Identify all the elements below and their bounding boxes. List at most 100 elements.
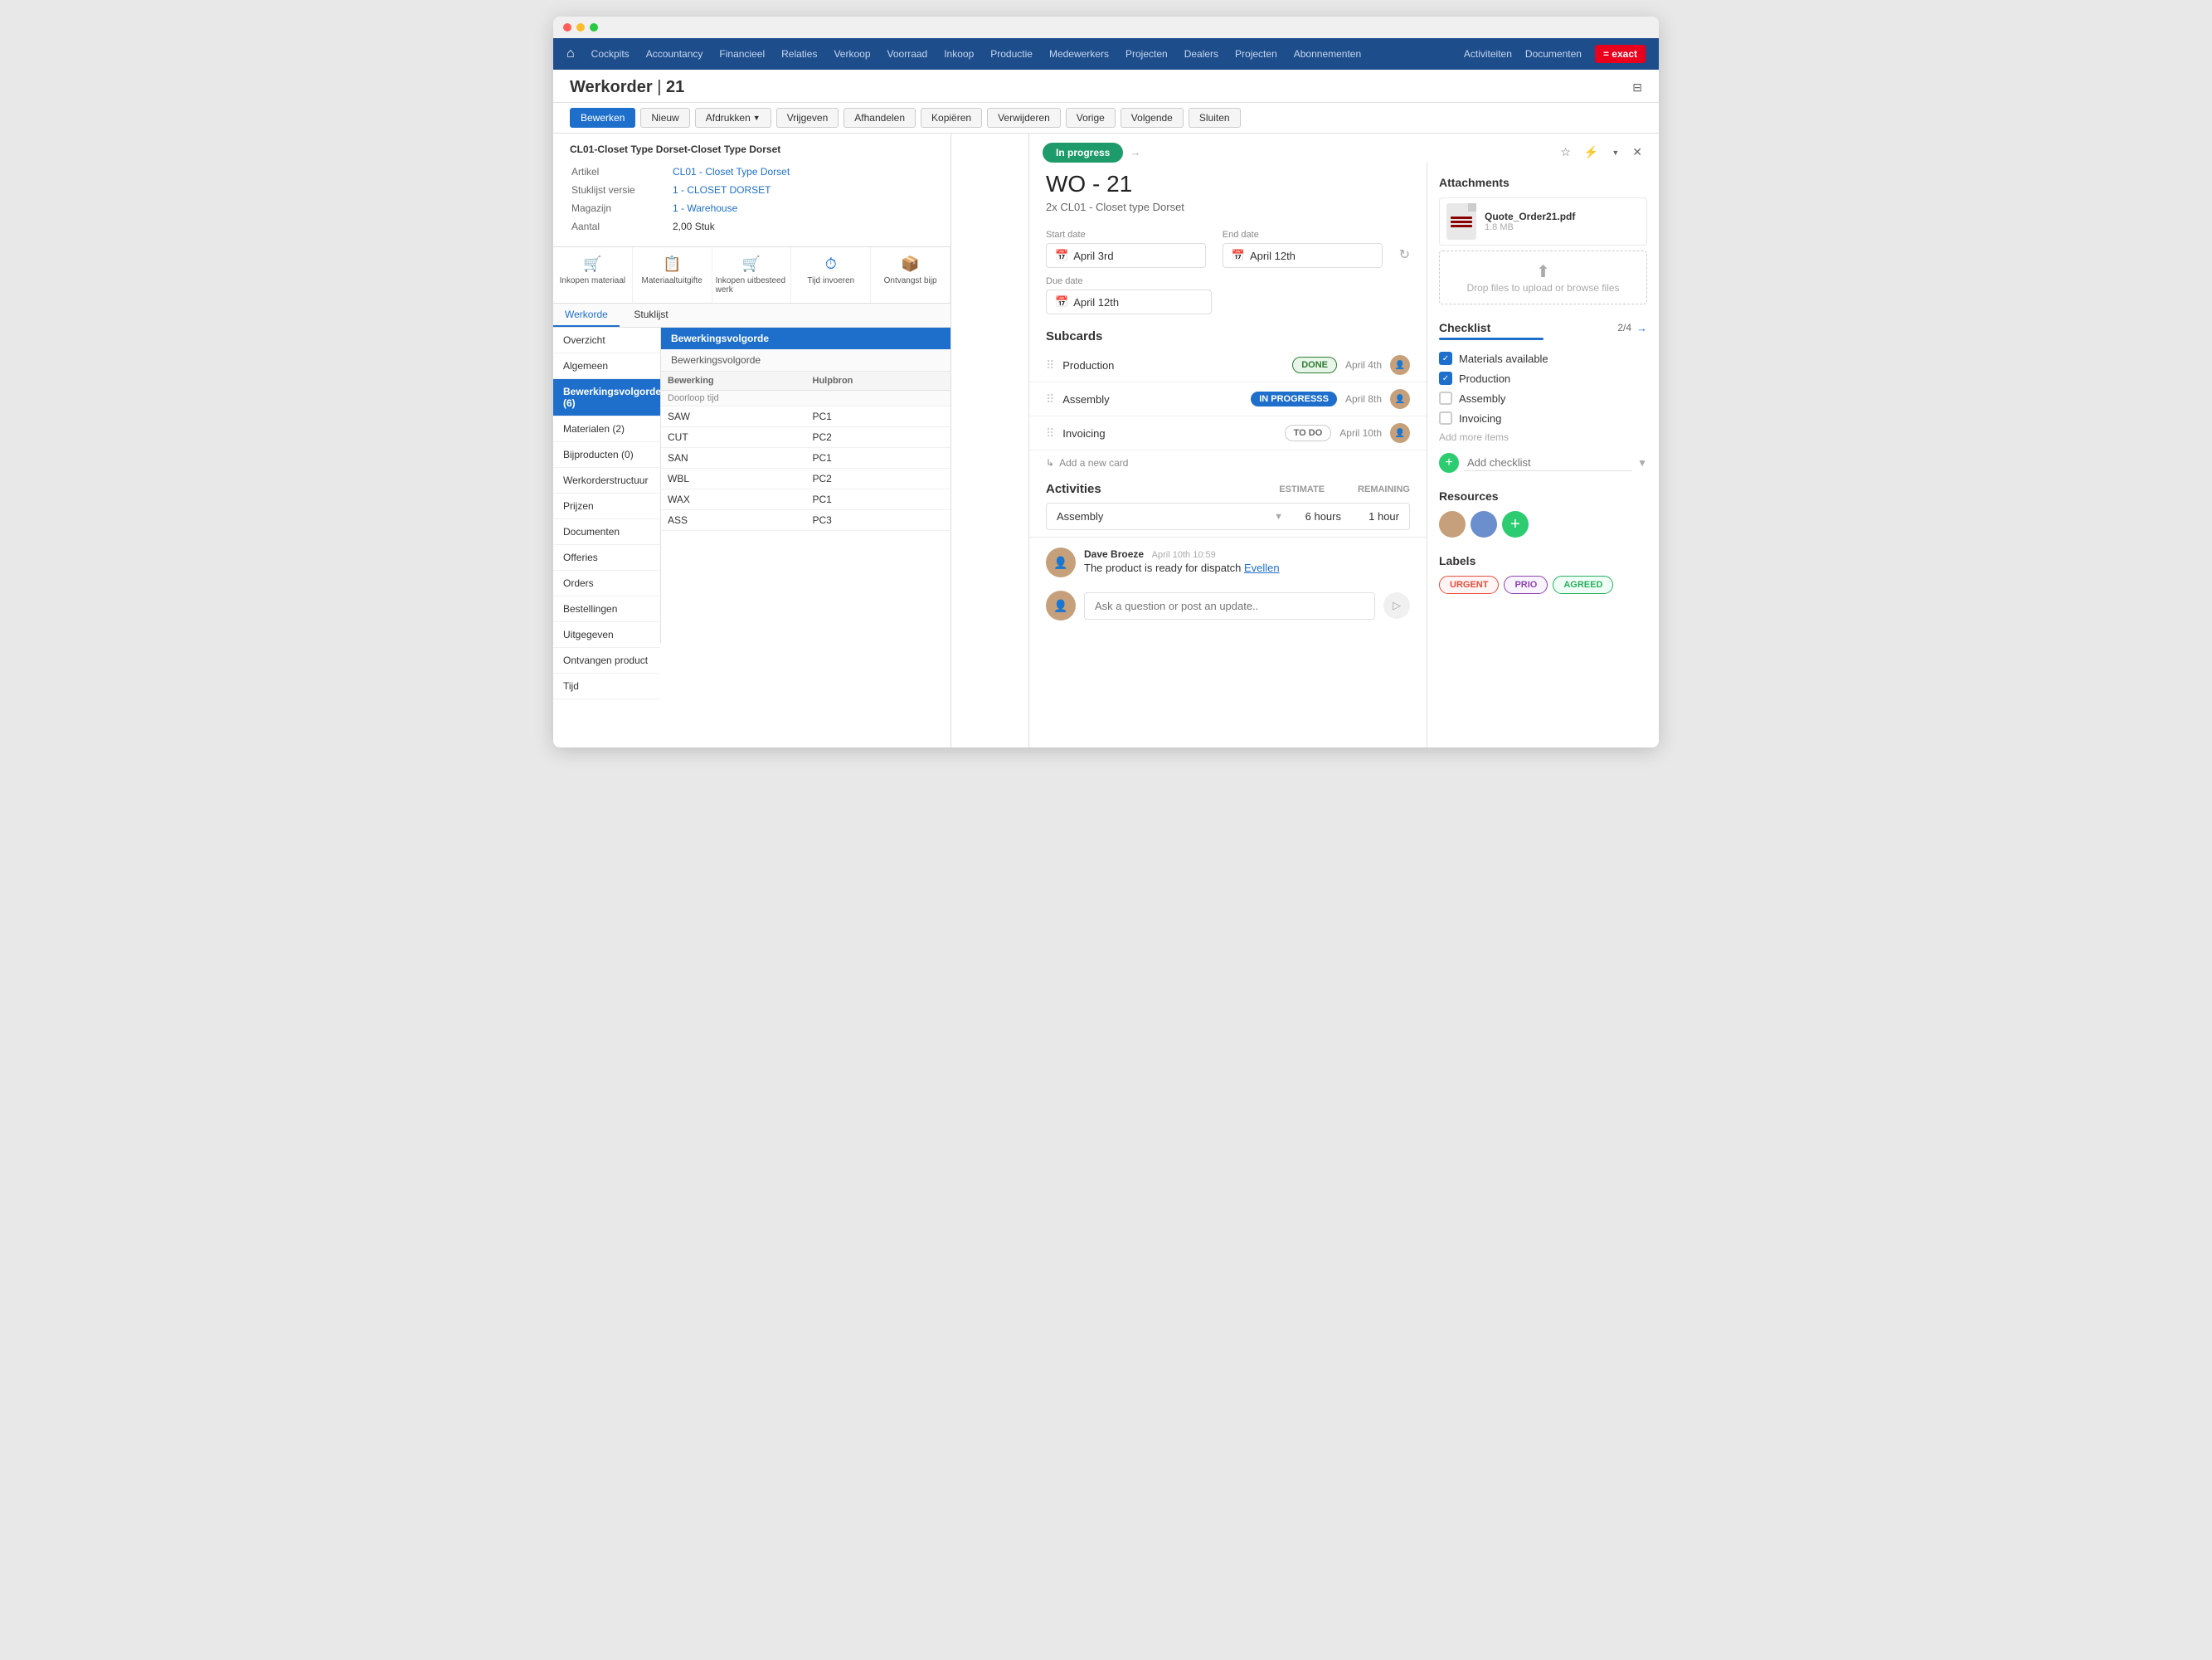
sidebar-item-ontvangen-product[interactable]: Ontvangen product xyxy=(553,648,660,674)
start-date-input[interactable]: 📅 April 3rd xyxy=(1046,243,1206,268)
action-inkopen-materiaal[interactable]: 🛒 Inkopen materiaal xyxy=(553,247,633,303)
lightning-button[interactable]: ⚡ xyxy=(1581,142,1602,163)
comment-input[interactable] xyxy=(1084,592,1375,620)
nav-verkoop[interactable]: Verkoop xyxy=(834,45,870,63)
checklist-count: 2/4 xyxy=(1617,322,1631,333)
checklist-dropdown-icon[interactable]: ▼ xyxy=(1637,457,1647,469)
subcard-status-invoicing[interactable]: TO DO xyxy=(1285,425,1332,441)
sidebar-item-bestellingen[interactable]: Bestellingen xyxy=(553,596,660,622)
sidebar-item-tijd[interactable]: Tijd xyxy=(553,674,660,699)
drag-handle2-icon[interactable]: ⠿ xyxy=(1046,392,1054,406)
add-checklist-button[interactable]: + xyxy=(1439,453,1459,473)
maximize-dot[interactable] xyxy=(590,23,598,32)
subcard-name-production[interactable]: Production xyxy=(1062,359,1284,372)
sidebar-item-algemeen[interactable]: Algemeen xyxy=(553,353,660,379)
refresh-icon[interactable]: ↻ xyxy=(1399,246,1410,263)
sidebar-item-uitgegeven[interactable]: Uitgegeven xyxy=(553,622,660,648)
comment-link[interactable]: Evellen xyxy=(1244,562,1280,574)
nav-cockpits[interactable]: Cockpits xyxy=(591,45,630,63)
nav-dealers[interactable]: Dealers xyxy=(1184,45,1218,63)
subcard-status-assembly[interactable]: IN PROGRESSS xyxy=(1251,392,1337,406)
close-dot[interactable] xyxy=(563,23,571,32)
value-artikel[interactable]: CL01 - Closet Type Dorset xyxy=(673,163,932,180)
label-urgent[interactable]: URGENT xyxy=(1439,576,1499,594)
nav-relaties[interactable]: Relaties xyxy=(781,45,817,63)
lightning-dropdown-button[interactable]: ▼ xyxy=(1608,145,1622,160)
checkbox-production[interactable]: ✓ xyxy=(1439,372,1452,385)
filter-icon[interactable]: ⊟ xyxy=(1632,80,1642,95)
sidebar-item-overzicht[interactable]: Overzicht xyxy=(553,328,660,353)
nav-medewerkers[interactable]: Medewerkers xyxy=(1049,45,1109,63)
add-checklist-input[interactable] xyxy=(1464,455,1632,471)
close-button[interactable]: ✕ xyxy=(1629,142,1646,163)
add-resource-button[interactable]: + xyxy=(1502,511,1529,538)
sidebar-item-orders[interactable]: Orders xyxy=(553,571,660,596)
nav-accountancy[interactable]: Accountancy xyxy=(646,45,703,63)
vorige-button[interactable]: Vorige xyxy=(1066,108,1116,128)
checkbox-invoicing[interactable] xyxy=(1439,411,1452,425)
send-button[interactable]: ▷ xyxy=(1383,592,1410,619)
status-badge[interactable]: In progress xyxy=(1043,143,1123,163)
checkbox-assembly[interactable] xyxy=(1439,392,1452,405)
nav-documenten[interactable]: Documenten xyxy=(1525,45,1582,63)
attachment-name[interactable]: Quote_Order21.pdf xyxy=(1485,211,1575,222)
afhandelen-button[interactable]: Afhandelen xyxy=(843,108,916,128)
end-date-input[interactable]: 📅 April 12th xyxy=(1223,243,1383,268)
checkbox-materials[interactable]: ✓ xyxy=(1439,352,1452,365)
action-label-1: Materiaaltuitgifte xyxy=(642,276,702,285)
nav-productie[interactable]: Productie xyxy=(990,45,1033,63)
sluiten-button[interactable]: Sluiten xyxy=(1189,108,1241,128)
checklist-label-materials: Materials available xyxy=(1459,353,1548,365)
nav-activiteiten[interactable]: Activiteiten xyxy=(1464,45,1512,63)
sidebar-item-materialen[interactable]: Materialen (2) xyxy=(553,416,660,442)
activity-dropdown-icon[interactable]: ▼ xyxy=(1274,512,1283,522)
verwijderen-button[interactable]: Verwijderen xyxy=(987,108,1061,128)
sidebar-item-documenten[interactable]: Documenten xyxy=(553,519,660,545)
activity-name[interactable]: Assembly xyxy=(1057,510,1266,523)
title-bar xyxy=(553,17,1659,38)
vrijgeven-button[interactable]: Vrijgeven xyxy=(776,108,839,128)
due-date-input[interactable]: 📅 April 12th xyxy=(1046,290,1212,314)
sidebar-item-prijzen[interactable]: Prijzen xyxy=(553,494,660,519)
nav-projecten2[interactable]: Projecten xyxy=(1235,45,1277,63)
nav-voorraad[interactable]: Voorraad xyxy=(887,45,928,63)
table-row: Magazijn 1 - Warehouse xyxy=(571,200,932,217)
sidebar-item-werkorderstructuur[interactable]: Werkorderstructuur xyxy=(553,468,660,494)
label-agreed[interactable]: AGREED xyxy=(1553,576,1613,594)
nieuw-button[interactable]: Nieuw xyxy=(640,108,689,128)
value-stuklijst[interactable]: 1 - CLOSET DORSET xyxy=(673,182,932,198)
nav-inkoop[interactable]: Inkoop xyxy=(944,45,974,63)
checklist-arrow-icon[interactable]: → xyxy=(1636,322,1647,334)
action-tijd-invoeren[interactable]: ⏱ Tijd invoeren xyxy=(791,247,871,303)
sidebar-item-offeries[interactable]: Offeries xyxy=(553,545,660,571)
add-card-row[interactable]: ↳ Add a new card xyxy=(1029,450,1427,475)
subcard-name-assembly[interactable]: Assembly xyxy=(1062,393,1242,406)
nav-financieel[interactable]: Financieel xyxy=(719,45,765,63)
calendar3-icon: 📅 xyxy=(1055,295,1068,309)
kopieren-button[interactable]: Kopiëren xyxy=(921,108,982,128)
action-materiaaltuitgifte[interactable]: 📋 Materiaaltuitgifte xyxy=(633,247,712,303)
drag-handle-icon[interactable]: ⠿ xyxy=(1046,358,1054,372)
value-magazijn[interactable]: 1 - Warehouse xyxy=(673,200,932,217)
action-inkopen-uitbesteed[interactable]: 🛒 Inkopen uitbesteed werk xyxy=(712,247,792,303)
nav-projecten1[interactable]: Projecten xyxy=(1125,45,1168,63)
sidebar-item-bewerkingsvolgorde[interactable]: Bewerkingsvolgorde (6) xyxy=(553,379,660,416)
subcard-status-production[interactable]: DONE xyxy=(1292,357,1337,373)
label-prio[interactable]: PRIO xyxy=(1504,576,1548,594)
afdrukken-button[interactable]: Afdrukken ▼ xyxy=(695,108,771,128)
minimize-dot[interactable] xyxy=(576,23,585,32)
sidebar-item-bijproducten[interactable]: Bijproducten (0) xyxy=(553,442,660,468)
nav-abonnementen[interactable]: Abonnementen xyxy=(1294,45,1361,63)
star-button[interactable]: ☆ xyxy=(1557,142,1574,163)
home-icon[interactable]: ⌂ xyxy=(566,46,575,61)
tab-werkorde[interactable]: Werkorde xyxy=(553,304,620,327)
add-more-items[interactable]: Add more items xyxy=(1439,428,1647,446)
volgende-button[interactable]: Volgende xyxy=(1121,108,1184,128)
exact-brand-button[interactable]: = exact xyxy=(1595,45,1646,63)
action-ontvangst[interactable]: 📦 Ontvangst bijp xyxy=(871,247,950,303)
tab-stuklijst[interactable]: Stuklijst xyxy=(622,304,679,327)
bewerken-button[interactable]: Bewerken xyxy=(570,108,635,128)
drop-zone[interactable]: ⬆ Drop files to upload or browse files xyxy=(1439,251,1647,304)
subcard-name-invoicing[interactable]: Invoicing xyxy=(1062,427,1276,440)
drag-handle3-icon[interactable]: ⠿ xyxy=(1046,426,1054,441)
